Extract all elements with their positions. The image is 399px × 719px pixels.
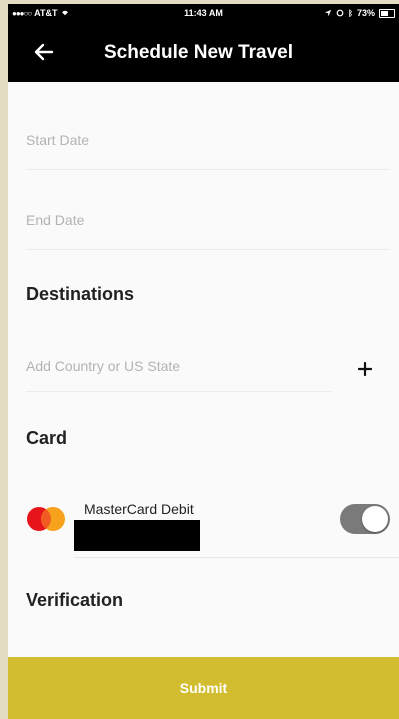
add-destination-button[interactable] [352,356,378,382]
status-bar: ●●●○○ AT&T 11:43 AM ᛒ 73% [8,4,399,22]
card-name: MasterCard Debit [84,501,194,517]
back-button[interactable] [28,36,60,68]
card-heading: Card [26,428,68,448]
page-title: Schedule New Travel [104,42,294,63]
start-date-placeholder: Start Date [26,132,90,148]
destinations-heading: Destinations [26,284,135,304]
mastercard-icon [27,507,65,531]
bluetooth-icon: ᛒ [348,8,353,18]
end-date-placeholder: End Date [26,212,85,228]
redacted-card-number [74,520,200,551]
destination-input[interactable]: Add Country or US State [26,358,332,392]
submit-label: Submit [179,680,228,696]
end-date-underline [26,249,390,250]
battery-icon [379,8,395,18]
destination-placeholder: Add Country or US State [26,358,181,374]
location-arrow-icon [324,9,332,17]
alarm-icon [336,9,344,17]
start-date-field[interactable]: Start Date [26,132,390,170]
toggle-knob [362,506,388,532]
app-header: Schedule New Travel [8,22,399,82]
end-date-field[interactable]: End Date [26,212,390,250]
submit-button[interactable]: Submit [8,657,399,719]
arrow-left-icon [34,43,54,61]
card-list-item: MasterCard Debit [8,488,399,558]
start-date-underline [26,169,390,170]
destination-underline [26,391,332,392]
verification-heading: Verification [26,590,124,610]
card-toggle[interactable] [340,504,390,534]
plus-icon [358,362,372,376]
app-screen: ●●●○○ AT&T 11:43 AM ᛒ 73% Schedule New T… [8,4,399,719]
battery-percent: 73% [356,8,375,18]
card-divider [74,557,399,558]
